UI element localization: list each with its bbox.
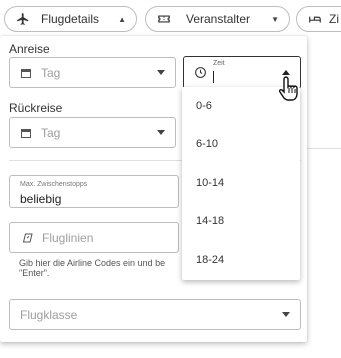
background-divider bbox=[307, 148, 341, 149]
flight-class-select[interactable]: Flugklasse bbox=[9, 299, 301, 330]
stops-label: Max. Zwischenstopps bbox=[20, 181, 88, 188]
chip-label: Zi bbox=[329, 12, 339, 26]
return-date-select[interactable]: Tag bbox=[9, 117, 176, 148]
time-field-label: Zeit bbox=[213, 60, 225, 67]
plane-icon bbox=[15, 11, 31, 27]
caret-down-icon: ▼ bbox=[271, 14, 279, 24]
time-option[interactable]: 0-6 bbox=[196, 100, 212, 112]
text-cursor bbox=[213, 71, 214, 83]
return-label: Rückreise bbox=[9, 101, 63, 115]
arrival-date-placeholder: Tag bbox=[41, 65, 61, 80]
calendar-icon bbox=[20, 67, 32, 79]
return-date-placeholder: Tag bbox=[41, 125, 61, 140]
chip-flugdetails[interactable]: Flugdetails ▲ bbox=[4, 6, 137, 32]
flight-class-placeholder: Flugklasse bbox=[20, 307, 78, 322]
time-option[interactable]: 6-10 bbox=[196, 138, 218, 150]
bed-icon bbox=[307, 11, 323, 27]
chevron-down-icon bbox=[282, 312, 290, 317]
calendar-icon bbox=[20, 127, 32, 139]
chip-veranstalter[interactable]: Veranstalter ▼ bbox=[145, 6, 290, 32]
stops-value: beliebig bbox=[20, 192, 62, 206]
stops-select[interactable]: Max. Zwischenstopps beliebig bbox=[9, 175, 179, 208]
chip-label: Veranstalter bbox=[186, 12, 251, 26]
airplane-ticket-icon bbox=[22, 232, 34, 244]
chevron-down-icon bbox=[157, 130, 165, 135]
airlines-input[interactable]: Fluglinien bbox=[9, 222, 179, 253]
airlines-hint: Gib hier die Airline Codes ein und be "E… bbox=[19, 258, 166, 278]
time-options-menu: 0-6 6-10 10-14 14-18 18-24 bbox=[182, 87, 300, 280]
ticket-icon bbox=[156, 11, 172, 27]
time-option[interactable]: 14-18 bbox=[196, 215, 224, 227]
chip-label: Flugdetails bbox=[41, 12, 100, 26]
clock-icon bbox=[194, 66, 207, 79]
time-option[interactable]: 10-14 bbox=[196, 177, 224, 189]
time-option[interactable]: 18-24 bbox=[196, 254, 224, 266]
airlines-placeholder: Fluglinien bbox=[42, 230, 94, 245]
caret-up-icon: ▲ bbox=[118, 14, 126, 24]
chip-zimmer[interactable]: Zi bbox=[296, 6, 341, 32]
chevron-down-icon bbox=[157, 70, 165, 75]
arrival-label: Anreise bbox=[9, 42, 50, 56]
hand-cursor-icon bbox=[278, 75, 301, 101]
arrival-date-select[interactable]: Tag bbox=[9, 57, 176, 88]
